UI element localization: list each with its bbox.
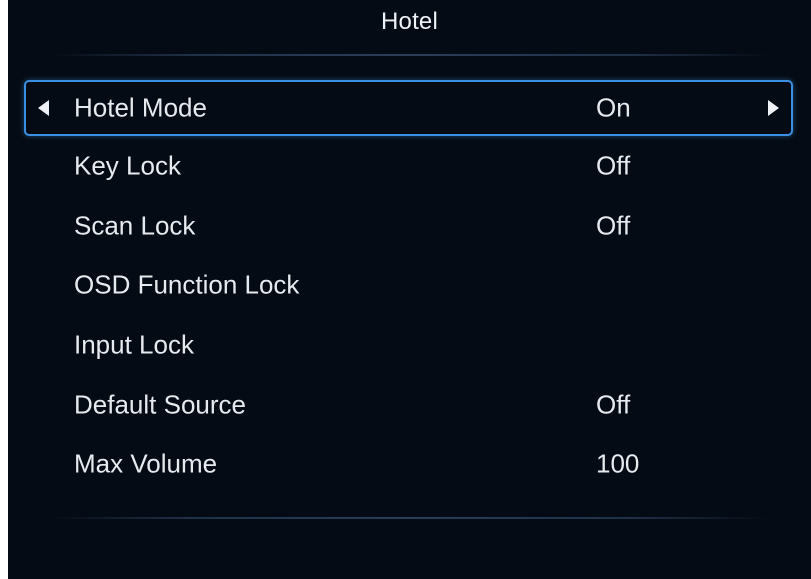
hotel-menu-list: Hotel Mode On Key Lock Off Scan Lock Off… bbox=[8, 80, 811, 494]
menu-item-hotel-mode[interactable]: Hotel Mode On bbox=[24, 80, 793, 136]
menu-item-label: Max Volume bbox=[74, 448, 218, 479]
menu-item-max-volume[interactable]: Max Volume 100 bbox=[8, 434, 811, 494]
menu-item-value: Off bbox=[596, 210, 631, 241]
menu-item-label: Scan Lock bbox=[74, 210, 196, 241]
menu-item-value: 100 bbox=[596, 448, 640, 479]
menu-item-label: Default Source bbox=[74, 389, 246, 420]
menu-item-input-lock[interactable]: Input Lock bbox=[8, 315, 811, 375]
menu-item-default-source[interactable]: Default Source Off bbox=[8, 375, 811, 435]
menu-item-label: Key Lock bbox=[74, 150, 181, 181]
menu-item-label: OSD Function Lock bbox=[74, 269, 300, 300]
menu-item-value: On bbox=[596, 92, 631, 123]
menu-item-key-lock[interactable]: Key Lock Off bbox=[8, 136, 811, 196]
menu-item-value: Off bbox=[596, 389, 631, 420]
menu-item-scan-lock[interactable]: Scan Lock Off bbox=[8, 196, 811, 256]
osd-screen: Hotel Hotel Mode On Key Lock Off Scan Lo… bbox=[8, 0, 811, 579]
menu-item-label: Hotel Mode bbox=[74, 92, 207, 123]
menu-title: Hotel bbox=[380, 8, 439, 35]
top-divider bbox=[48, 54, 771, 56]
menu-item-osd-function-lock[interactable]: OSD Function Lock bbox=[8, 255, 811, 315]
bottom-divider bbox=[48, 517, 771, 519]
triangle-left-icon[interactable] bbox=[38, 100, 49, 116]
menu-item-label: Input Lock bbox=[74, 329, 194, 360]
triangle-right-icon[interactable] bbox=[768, 100, 779, 116]
menu-item-value: Off bbox=[596, 150, 631, 181]
